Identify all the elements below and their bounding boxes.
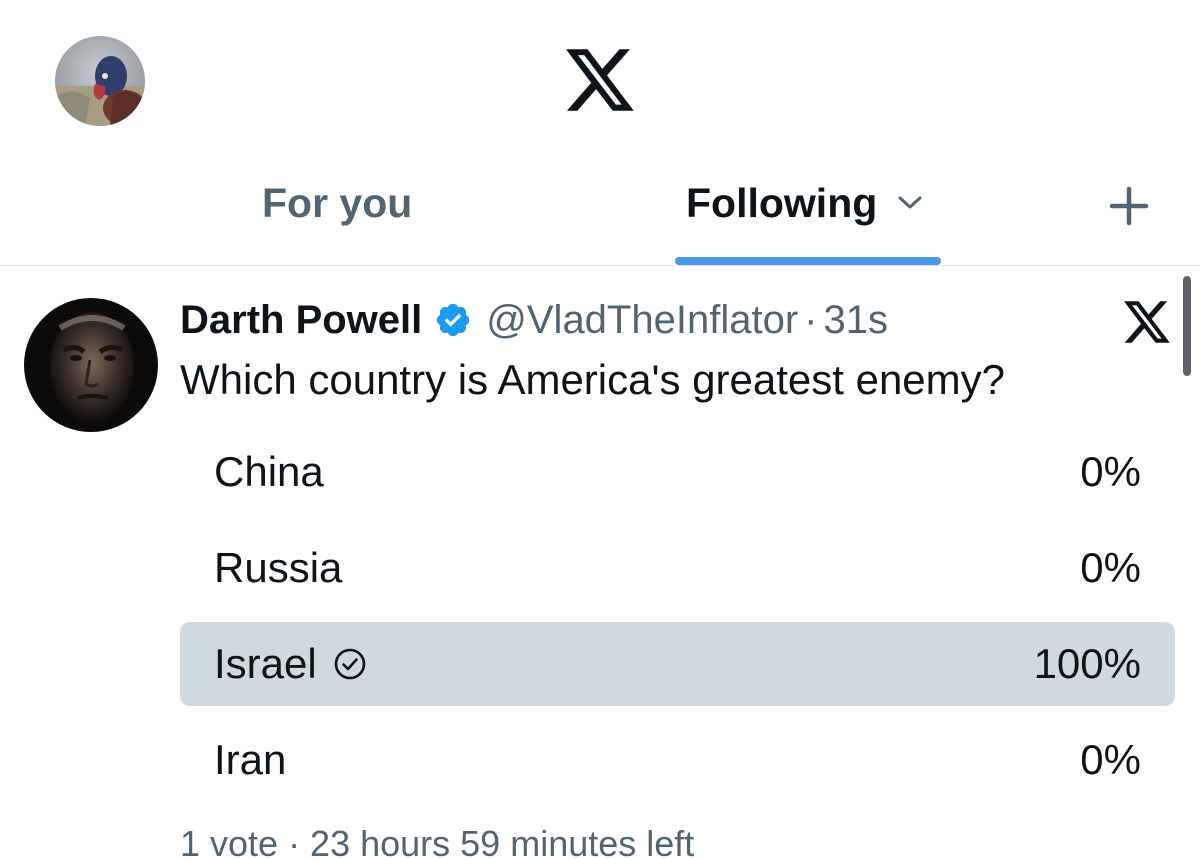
verified-badge-icon: [437, 303, 470, 337]
tab-following[interactable]: Following: [686, 180, 923, 226]
poll-option[interactable]: China 0%: [180, 430, 1175, 514]
user-avatar-photo: [55, 36, 145, 126]
plus-icon[interactable]: [1108, 185, 1150, 227]
post-timestamp[interactable]: 31s: [823, 298, 888, 343]
active-tab-indicator: [675, 257, 941, 265]
poll-option[interactable]: Iran 0%: [180, 718, 1175, 802]
post-header: Darth Powell @VladTheInflator · 31s: [180, 296, 888, 344]
poll-option-label: Russia: [214, 544, 343, 591]
post-text: Which country is America's greatest enem…: [180, 356, 1006, 403]
poll-option-label: China: [214, 448, 324, 495]
poll-option-label: Israel: [214, 640, 317, 687]
poll-option[interactable]: Russia 0%: [180, 526, 1175, 610]
author-avatar[interactable]: [24, 298, 158, 432]
scrollbar[interactable]: [1183, 276, 1191, 376]
author-name[interactable]: Darth Powell: [180, 298, 422, 343]
poll-meta: 1 vote · 23 hours 59 minutes left: [180, 823, 695, 859]
timeline-tabs: For you Following: [0, 140, 1200, 266]
check-circle-icon: [334, 648, 366, 680]
author-avatar-photo: [24, 298, 158, 432]
poll-option-percent: 0%: [1080, 736, 1141, 783]
tab-following-label: Following: [686, 179, 878, 226]
separator-dot: ·: [804, 297, 818, 342]
author-handle[interactable]: @VladTheInflator: [486, 298, 798, 343]
chevron-down-icon[interactable]: [897, 195, 923, 211]
poll-option-label: Iran: [214, 736, 287, 783]
poll-option-percent: 0%: [1080, 448, 1141, 495]
x-logo-icon[interactable]: [1124, 300, 1170, 344]
tab-for-you[interactable]: For you: [262, 180, 412, 226]
poll-option-percent: 0%: [1080, 544, 1141, 591]
poll-option-percent: 100%: [1033, 640, 1141, 687]
account-avatar[interactable]: [55, 36, 145, 126]
poll-option[interactable]: Israel 100%: [180, 622, 1175, 706]
tab-for-you-label: For you: [262, 179, 413, 226]
x-logo-icon[interactable]: [566, 47, 634, 113]
